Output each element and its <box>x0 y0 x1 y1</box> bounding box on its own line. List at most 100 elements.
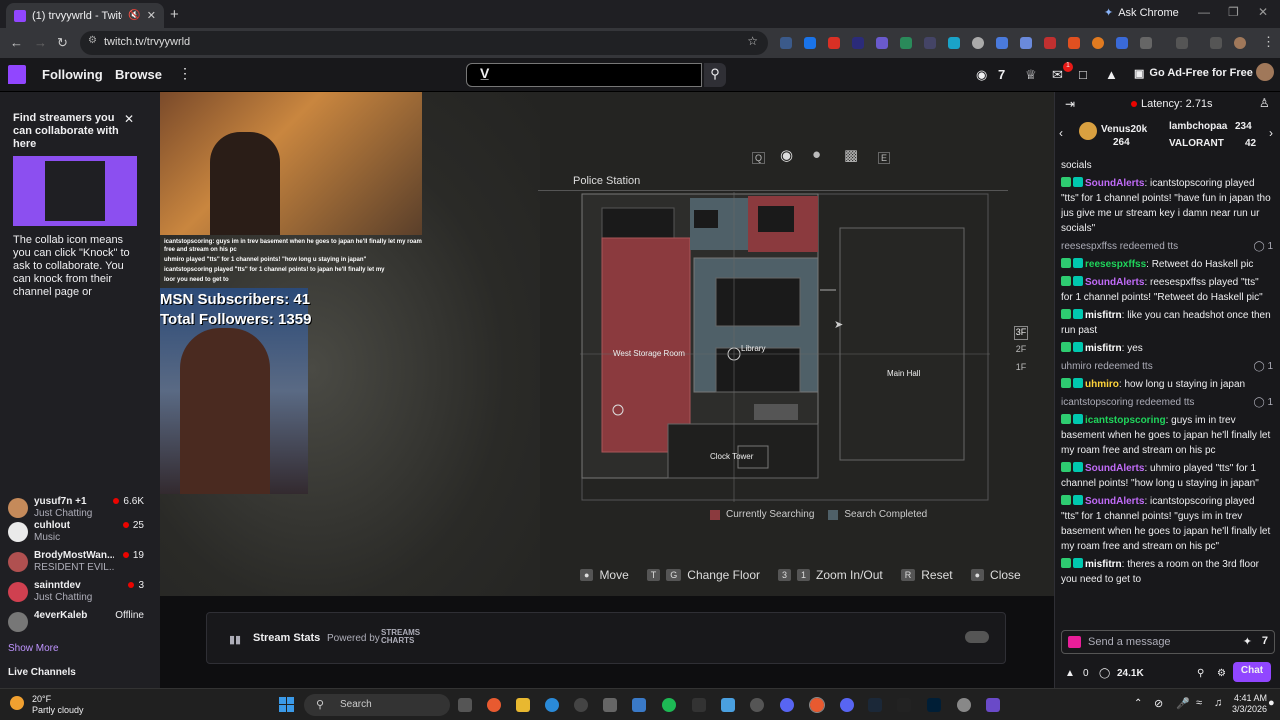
7tv-icon[interactable]: 7 <box>998 67 1005 82</box>
video-player[interactable]: icantstopscoring: guys im in trev baseme… <box>160 92 1054 596</box>
back-icon[interactable]: ← <box>10 35 23 50</box>
search-button[interactable]: ⚲ <box>704 63 726 87</box>
sparkle-icon[interactable]: ✦ <box>1243 635 1252 648</box>
close-window-icon[interactable]: ✕ <box>1258 5 1268 19</box>
chat-username[interactable]: SoundAlerts <box>1085 496 1144 507</box>
whispers-icon[interactable]: □ <box>1079 67 1087 82</box>
media-player-icon[interactable] <box>574 698 588 712</box>
chat-username[interactable]: SoundAlerts <box>1085 178 1144 189</box>
chevron-right-icon[interactable]: › <box>1269 126 1273 140</box>
extension-icon[interactable] <box>876 37 888 49</box>
chat-username[interactable]: uhmiro <box>1085 379 1119 390</box>
spotify-icon[interactable] <box>662 698 676 712</box>
badge-icon[interactable] <box>1068 636 1081 648</box>
volume-icon[interactable]: ♫ <box>1214 697 1222 709</box>
community-icon[interactable]: ♙ <box>1259 96 1270 110</box>
extension-icon[interactable] <box>924 37 936 49</box>
chat-input[interactable]: Send a message ✦ 7 <box>1061 630 1275 654</box>
weather-widget[interactable]: 20°F Partly cloudy <box>32 694 84 716</box>
extension-icon[interactable]: ◉ <box>976 67 987 83</box>
user-avatar[interactable] <box>1256 63 1274 81</box>
go-ad-free-button[interactable]: ▣ Go Ad-Free for Free <box>1134 67 1253 80</box>
microphone-icon[interactable]: 🎤 <box>1176 697 1190 710</box>
chat-username[interactable]: misfitrn <box>1085 559 1122 570</box>
tray-chevron-icon[interactable]: ⌃ <box>1134 698 1142 709</box>
channel-points-icon[interactable]: ◯ <box>1099 668 1110 679</box>
extension-icon[interactable] <box>828 37 840 49</box>
close-tab-icon[interactable]: ✕ <box>147 9 156 22</box>
minimize-icon[interactable]: — <box>1198 5 1210 19</box>
chevron-left-icon[interactable]: ‹ <box>1059 126 1063 140</box>
discord-icon[interactable] <box>780 698 794 712</box>
app-icon[interactable] <box>750 698 764 712</box>
site-info-icon[interactable]: ⚙ <box>88 35 97 46</box>
extension-icon[interactable] <box>996 37 1008 49</box>
chrome-menu-icon[interactable]: ⋮ <box>1262 34 1275 50</box>
crown-icon[interactable]: ♕ <box>1025 67 1037 83</box>
cast-icon[interactable] <box>1210 37 1222 49</box>
inbox-icon[interactable]: ✉ <box>1052 67 1063 83</box>
chat-username[interactable]: SoundAlerts <box>1085 463 1144 474</box>
chrome-app-icon[interactable] <box>487 698 501 712</box>
followed-channel[interactable]: cuhlout Music 25 <box>8 520 158 544</box>
extension-icon[interactable] <box>804 37 816 49</box>
mute-tab-icon[interactable]: 🔇 <box>128 10 140 21</box>
windows-start-icon[interactable] <box>279 697 295 713</box>
notifications-icon[interactable]: ● <box>1268 697 1275 709</box>
bookmark-star-icon[interactable]: ☆ <box>747 34 758 48</box>
extension-icon[interactable] <box>852 37 864 49</box>
close-icon[interactable]: ✕ <box>124 112 134 126</box>
file-explorer-icon[interactable] <box>516 698 530 712</box>
address-bar[interactable]: ⚙ twitch.tv/trvyywrld ☆ <box>80 31 768 55</box>
followed-channel[interactable]: yusuf7n +1 Just Chatting 6.6K <box>8 496 158 520</box>
extension-icon[interactable] <box>1044 37 1056 49</box>
task-view-icon[interactable] <box>458 698 472 712</box>
edge-icon[interactable] <box>545 698 559 712</box>
notepad-icon[interactable] <box>721 698 735 712</box>
wifi-icon[interactable]: ≈ <box>1196 697 1202 709</box>
app-icon[interactable] <box>603 698 617 712</box>
network-off-icon[interactable]: ⊘ <box>1154 697 1163 710</box>
stats-toggle[interactable] <box>965 631 989 643</box>
taskbar-clock[interactable]: 4:41 AM 3/3/2026 <box>1232 693 1267 715</box>
side-panel-icon[interactable] <box>1176 37 1188 49</box>
extension-icon[interactable] <box>972 37 984 49</box>
extension-icon[interactable] <box>1092 37 1104 49</box>
twitch-logo-icon[interactable] <box>8 65 26 84</box>
extension-icon[interactable] <box>1068 37 1080 49</box>
chat-username[interactable]: SoundAlerts <box>1085 277 1144 288</box>
collapse-chat-icon[interactable]: ⇥ <box>1065 97 1075 111</box>
more-menu-icon[interactable]: ⋮ <box>178 65 192 82</box>
profile-avatar-icon[interactable] <box>1234 37 1246 49</box>
store-icon[interactable] <box>632 698 646 712</box>
nav-browse[interactable]: Browse <box>115 67 162 82</box>
forward-icon[interactable]: → <box>34 35 47 50</box>
app-icon[interactable] <box>986 698 1000 712</box>
steam-icon[interactable] <box>868 698 882 712</box>
followed-channel[interactable]: BrodyMostWan... RESIDENT EVIL... 19 <box>8 550 158 574</box>
extension-icon[interactable] <box>900 37 912 49</box>
browser-tab[interactable]: (1) trvyywrld - Twitch 🔇 ✕ <box>6 3 164 28</box>
followed-channel[interactable]: 4everKaleb Offline <box>8 610 158 634</box>
photoshop-icon[interactable] <box>927 698 941 712</box>
chat-username[interactable]: icantstopscoring <box>1085 415 1166 426</box>
discord-icon[interactable] <box>840 698 854 712</box>
chat-username[interactable]: misfitrn <box>1085 343 1122 354</box>
nav-following[interactable]: Following <box>42 67 103 82</box>
chat-send-button[interactable]: Chat <box>1233 662 1271 682</box>
extension-icon[interactable] <box>780 37 792 49</box>
extension-icon[interactable] <box>948 37 960 49</box>
maximize-icon[interactable]: ❐ <box>1228 5 1239 19</box>
show-more-link[interactable]: Show More <box>8 643 59 654</box>
reload-icon[interactable]: ↻ <box>57 35 68 51</box>
chat-username[interactable]: misfitrn <box>1085 310 1122 321</box>
obs-icon[interactable] <box>957 698 971 712</box>
bits-icon[interactable]: ▲ <box>1105 67 1118 82</box>
prediction-icon[interactable]: ⚲ <box>1197 668 1204 679</box>
extensions-puzzle-icon[interactable] <box>1140 37 1152 49</box>
chrome-active-icon[interactable] <box>809 697 825 713</box>
epic-games-icon[interactable] <box>897 698 911 712</box>
emote-7tv-icon[interactable]: 7 <box>1262 635 1268 647</box>
ask-chrome-button[interactable]: ✦ Ask Chrome <box>1104 6 1179 20</box>
extension-icon[interactable] <box>1020 37 1032 49</box>
